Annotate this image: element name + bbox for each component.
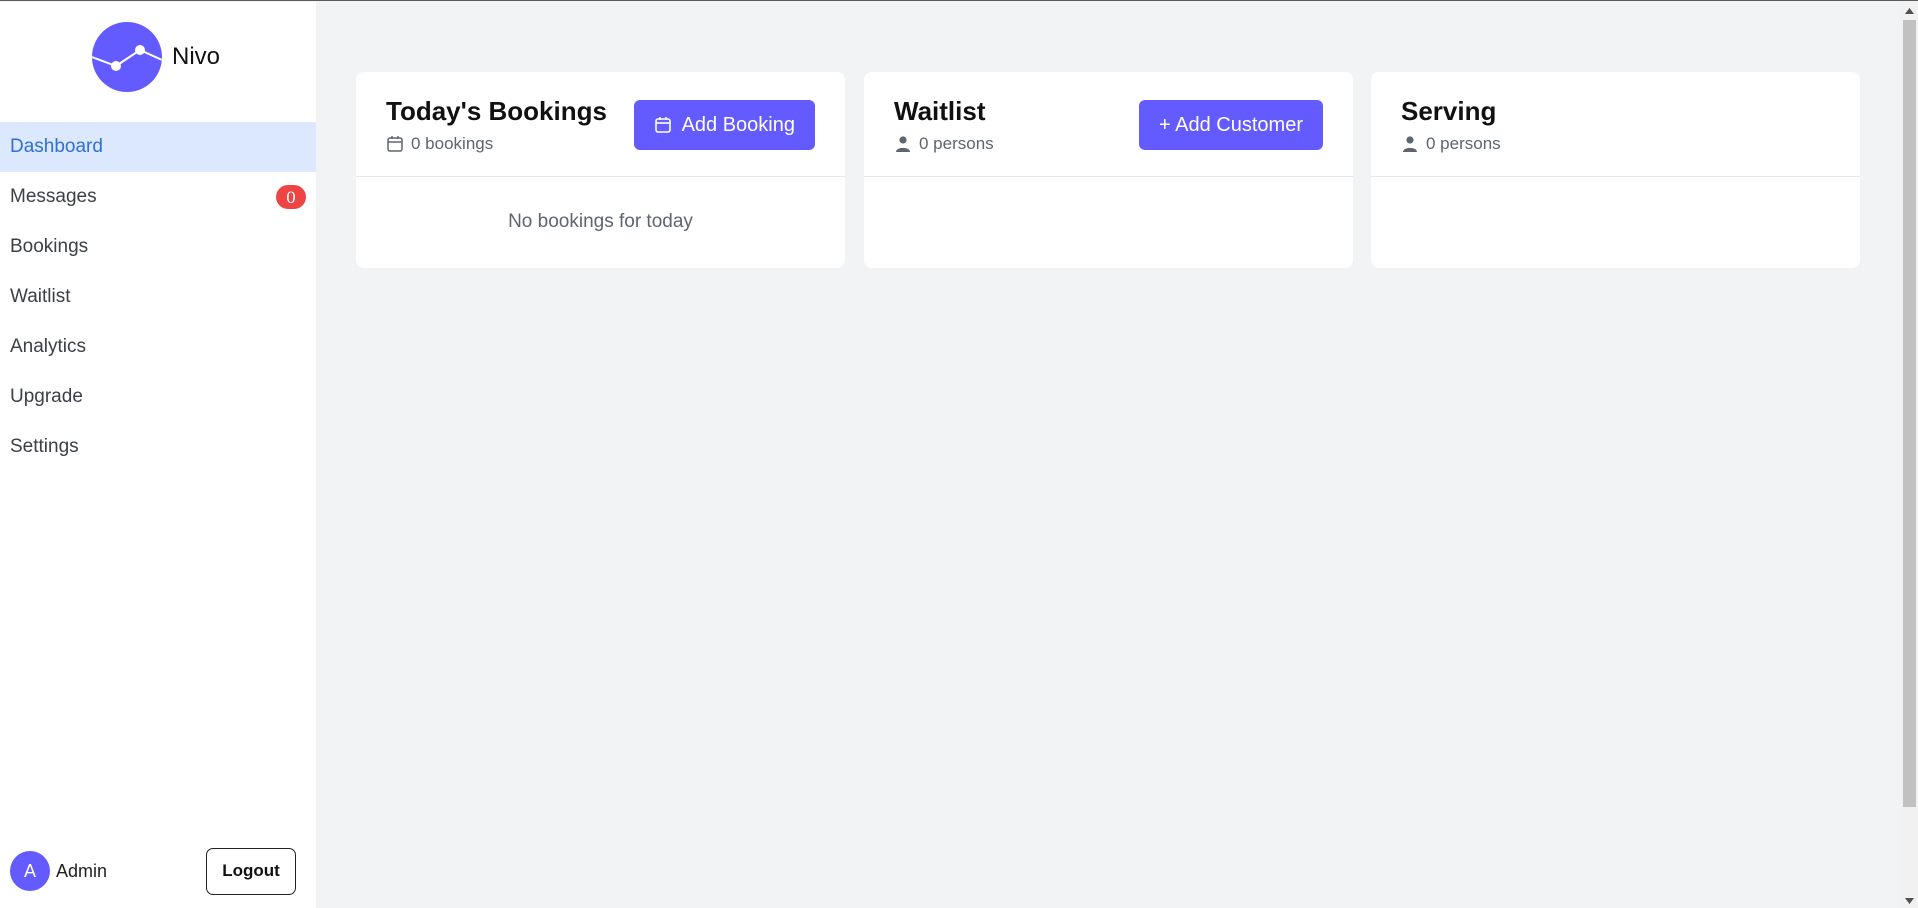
waitlist-list (864, 177, 1353, 267)
scrollbar-thumb[interactable] (1903, 20, 1916, 807)
sidebar-item-dashboard[interactable]: Dashboard (0, 122, 316, 172)
sidebar-item-label: Settings (10, 436, 79, 457)
card-subtitle: 0 bookings (386, 134, 493, 154)
sidebar: Nivo Dashboard Messages 0 Bookings Waitl… (0, 2, 316, 908)
scroll-down-arrow-icon[interactable] (1900, 892, 1918, 908)
card-header: Today's Bookings 0 bookings Add Booking (356, 72, 845, 177)
card-subtitle: 0 persons (1401, 134, 1501, 154)
add-customer-label: + Add Customer (1159, 113, 1303, 136)
vertical-scrollbar[interactable] (1900, 2, 1918, 908)
waitlist-card: Waitlist 0 persons + Add Customer (864, 72, 1353, 268)
card-title: Waitlist (894, 96, 986, 126)
avatar[interactable]: A (10, 851, 50, 891)
line-chart-logo (92, 22, 162, 92)
bookings-empty-state: No bookings for today (508, 211, 693, 232)
sidebar-item-label: Upgrade (10, 386, 83, 407)
card-header: Waitlist 0 persons + Add Customer (864, 72, 1353, 177)
card-subtitle: 0 persons (894, 134, 994, 154)
sidebar-item-label: Analytics (10, 336, 87, 357)
card-header: Serving 0 persons (1371, 72, 1860, 177)
serving-card: Serving 0 persons (1371, 72, 1860, 268)
user-name: Admin (56, 860, 108, 881)
calendar-icon (654, 116, 672, 134)
add-customer-button[interactable]: + Add Customer (1139, 100, 1323, 150)
sidebar-item-label: Waitlist (10, 286, 71, 307)
messages-count-badge: 0 (276, 185, 306, 209)
sidebar-item-upgrade[interactable]: Upgrade (0, 372, 316, 422)
calendar-icon (386, 135, 404, 153)
person-icon (1401, 135, 1419, 153)
card-title: Serving (1401, 96, 1497, 126)
sidebar-item-bookings[interactable]: Bookings (0, 222, 316, 272)
sidebar-item-settings[interactable]: Settings (0, 422, 316, 472)
add-booking-button[interactable]: Add Booking (633, 100, 815, 150)
bookings-card: Today's Bookings 0 bookings Add Booking … (356, 72, 845, 268)
sidebar-item-label: Dashboard (10, 136, 103, 157)
sidebar-item-messages[interactable]: Messages 0 (0, 172, 316, 222)
brand-name: Nivo (172, 43, 221, 70)
sidebar-item-label: Messages (10, 186, 97, 207)
user-row: A Admin Logout (10, 847, 296, 895)
logout-button[interactable]: Logout (206, 847, 296, 895)
serving-count: 0 persons (1426, 134, 1501, 153)
sidebar-item-label: Bookings (10, 236, 89, 257)
waitlist-count: 0 persons (919, 134, 994, 153)
person-icon (894, 135, 912, 153)
scroll-up-arrow-icon[interactable] (1900, 2, 1918, 19)
brand[interactable]: Nivo (92, 22, 220, 92)
sidebar-nav: Dashboard Messages 0 Bookings Waitlist A… (0, 122, 316, 472)
serving-list (1371, 177, 1860, 267)
sidebar-item-waitlist[interactable]: Waitlist (0, 272, 316, 322)
card-title: Today's Bookings (386, 96, 607, 126)
add-booking-label: Add Booking (681, 113, 795, 136)
bookings-count: 0 bookings (411, 134, 494, 153)
sidebar-item-analytics[interactable]: Analytics (0, 322, 316, 372)
user-info: A Admin (10, 851, 107, 891)
